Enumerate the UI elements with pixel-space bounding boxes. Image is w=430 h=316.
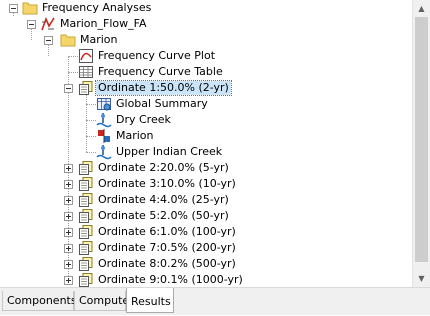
ordinate-icon (78, 192, 94, 208)
tree-node-label: Frequency Analyses (42, 1, 152, 14)
scroll-up-arrow-icon[interactable]: ▲ (413, 0, 430, 17)
ordinate-icon (78, 176, 94, 192)
tree-node-label: Ordinate 3:10.0% (10-yr) (98, 177, 236, 190)
tree-node-label: Marion (116, 129, 154, 142)
expand-toggle[interactable] (64, 212, 73, 221)
expand-toggle[interactable] (64, 164, 73, 173)
tab-compute[interactable]: Compute (74, 291, 129, 311)
expand-toggle[interactable] (64, 228, 73, 237)
plot-icon (78, 48, 94, 64)
tree-line (86, 92, 87, 152)
tree-node-frequency-curve-plot[interactable]: Frequency Curve Plot (78, 48, 217, 64)
collapse-toggle[interactable] (64, 84, 73, 93)
tree-node-ordinate-selected[interactable]: Ordinate 1:50.0% (2-yr) (78, 80, 232, 96)
tree-node-label: Ordinate 9:0.1% (1000-yr) (98, 273, 243, 286)
expand-toggle[interactable] (64, 180, 73, 189)
ordinate-icon (78, 80, 94, 96)
tree-node-label: Frequency Curve Table (98, 65, 223, 78)
scrollbar-thumb[interactable] (415, 17, 428, 262)
tree-node-label: Frequency Curve Plot (98, 49, 216, 62)
ordinate-icon (78, 224, 94, 240)
tree-line (86, 136, 96, 137)
collapse-toggle[interactable] (27, 20, 36, 29)
global-summary-icon (96, 96, 112, 112)
expand-toggle[interactable] (64, 260, 73, 269)
frequency-analysis-icon (40, 16, 56, 32)
tree-node-ordinate[interactable]: Ordinate 7:0.5% (200-yr) (78, 240, 238, 256)
tab-components[interactable]: Components (2, 291, 77, 311)
tree-line (86, 120, 96, 121)
tree-node-ordinate[interactable]: Ordinate 3:10.0% (10-yr) (78, 176, 238, 192)
gage-icon (96, 128, 112, 144)
ordinate-icon (78, 160, 94, 176)
tree-node-label: Ordinate 1:50.0% (2-yr) (95, 80, 232, 96)
tree-node-upper-indian-creek[interactable]: Upper Indian Creek (96, 144, 224, 160)
tree-line (86, 104, 96, 105)
ordinate-icon (78, 272, 94, 287)
tree-node-frequency-analyses[interactable]: Frequency Analyses (22, 0, 153, 16)
scroll-down-arrow-icon[interactable]: ▼ (413, 270, 430, 287)
tree-node-label: Ordinate 2:20.0% (5-yr) (98, 161, 229, 174)
results-tree[interactable]: Frequency Analyses Marion_Flow_FA Marion… (0, 0, 412, 287)
tree-node-label: Ordinate 6:1.0% (100-yr) (98, 225, 236, 238)
tree-node-ordinate[interactable]: Ordinate 8:0.2% (500-yr) (78, 256, 238, 272)
tree-line (68, 72, 78, 73)
ordinate-icon (78, 256, 94, 272)
tree-node-label: Ordinate 5:2.0% (50-yr) (98, 209, 229, 222)
tree-node-analysis[interactable]: Marion_Flow_FA (40, 16, 148, 32)
tree-node-label: Marion (80, 33, 118, 46)
tree-node-label: Ordinate 4:4.0% (25-yr) (98, 193, 229, 206)
folder-icon (60, 32, 76, 48)
tab-results[interactable]: Results (126, 288, 174, 313)
tree-node-label: Ordinate 7:0.5% (200-yr) (98, 241, 236, 254)
expand-toggle[interactable] (64, 276, 73, 285)
table-icon (78, 64, 94, 80)
tree-node-ordinate[interactable]: Ordinate 4:4.0% (25-yr) (78, 192, 231, 208)
gage-icon (96, 144, 112, 160)
vertical-scrollbar[interactable]: ▲ ▼ (412, 0, 430, 287)
tree-node-marion-gage[interactable]: Marion (96, 128, 156, 144)
tree-node-dry-creek[interactable]: Dry Creek (96, 112, 173, 128)
expand-toggle[interactable] (64, 244, 73, 253)
ordinate-icon (78, 208, 94, 224)
tree-node-label: Dry Creek (116, 113, 171, 126)
tree-node-frequency-curve-table[interactable]: Frequency Curve Table (78, 64, 225, 80)
tree-node-label: Global Summary (116, 97, 208, 110)
tree-node-label: Ordinate 8:0.2% (500-yr) (98, 257, 236, 270)
expand-toggle[interactable] (64, 196, 73, 205)
tree-node-ordinate[interactable]: Ordinate 5:2.0% (50-yr) (78, 208, 231, 224)
tab-strip: Components Compute Results (0, 287, 430, 315)
collapse-toggle[interactable] (44, 36, 53, 45)
tree-node-global-summary[interactable]: Global Summary (96, 96, 210, 112)
tree-node-label: Upper Indian Creek (116, 145, 223, 158)
ordinate-icon (78, 240, 94, 256)
tree-line (86, 152, 96, 153)
tree-line (68, 56, 78, 57)
tree-node-ordinate[interactable]: Ordinate 6:1.0% (100-yr) (78, 224, 238, 240)
folder-icon (22, 0, 38, 16)
gage-icon (96, 112, 112, 128)
collapse-toggle[interactable] (9, 4, 18, 13)
tree-node-ordinate[interactable]: Ordinate 2:20.0% (5-yr) (78, 160, 231, 176)
tree-node-marion-folder[interactable]: Marion (60, 32, 120, 48)
tree-node-label: Marion_Flow_FA (60, 17, 147, 30)
tree-node-ordinate[interactable]: Ordinate 9:0.1% (1000-yr) (78, 272, 245, 287)
